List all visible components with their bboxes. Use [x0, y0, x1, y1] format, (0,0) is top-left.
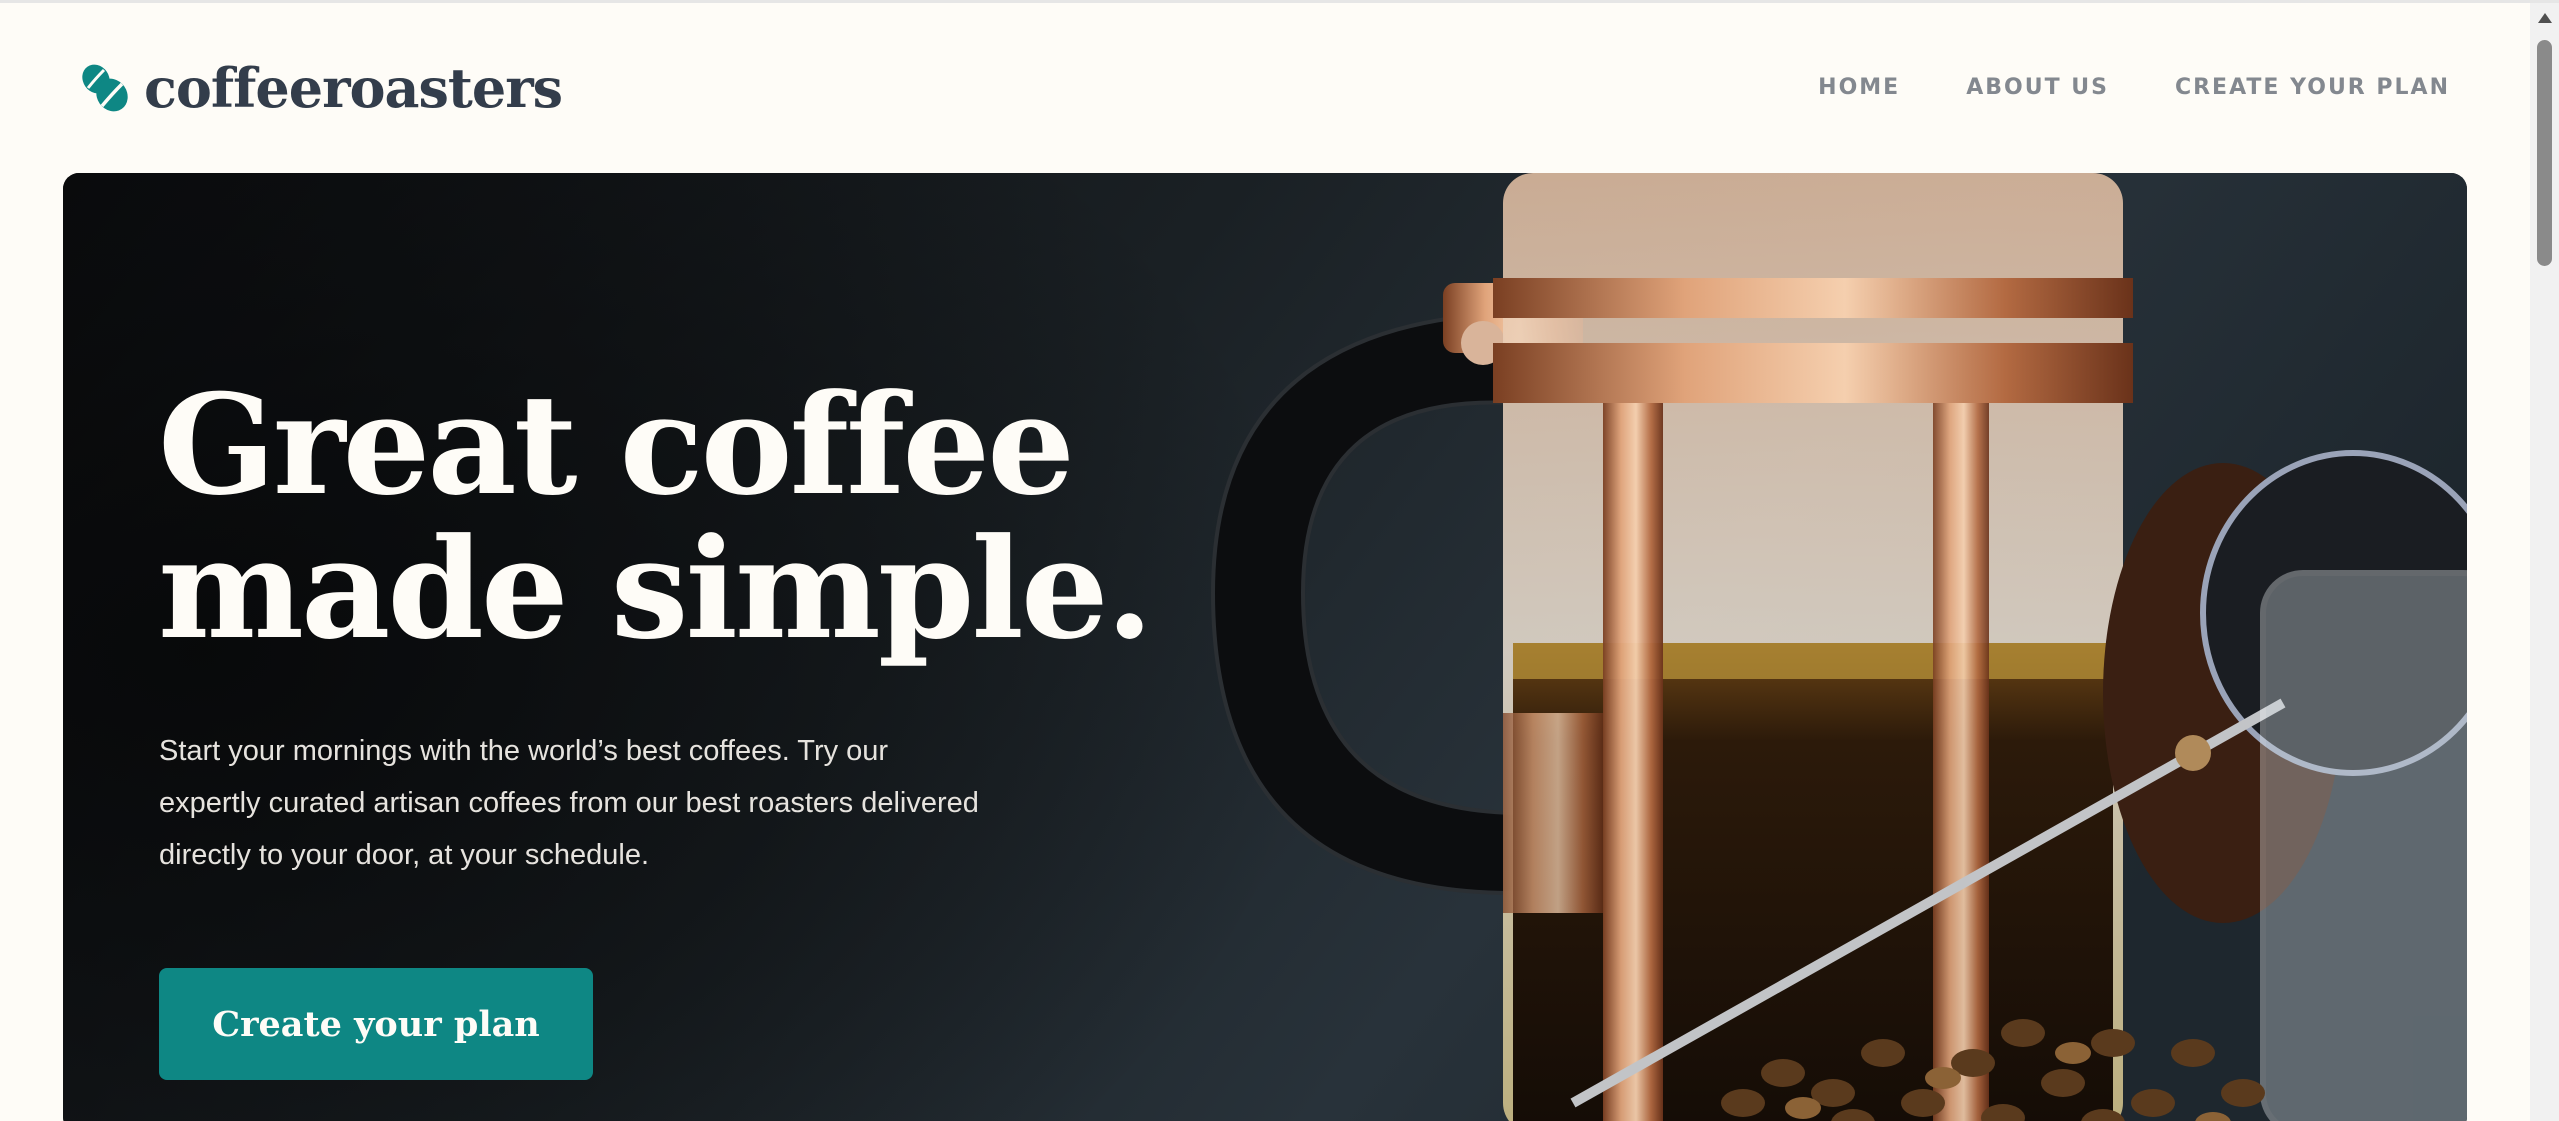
- coffee-bean-icon: [82, 64, 128, 112]
- logo-link[interactable]: coffeeroasters: [80, 56, 563, 120]
- hero-description: Start your mornings with the world’s bes…: [159, 735, 979, 871]
- page: coffeeroasters HOME ABOUT US CREATE YOUR…: [0, 0, 2559, 1121]
- vertical-scrollbar[interactable]: [2530, 3, 2559, 1121]
- hero-banner: Great coffee made simple. Start your mor…: [63, 173, 2467, 1121]
- hero-title-line-1: Great coffee: [158, 363, 1075, 526]
- scrollbar-thumb[interactable]: [2537, 40, 2552, 266]
- hero-title-line-2: made simple.: [158, 507, 1154, 670]
- nav-home[interactable]: HOME: [1818, 75, 1900, 100]
- main-nav: HOME ABOUT US CREATE YOUR PLAN: [1818, 75, 2450, 100]
- logo-wordmark: coffeeroasters: [144, 56, 563, 120]
- site-header: coffeeroasters HOME ABOUT US CREATE YOUR…: [0, 3, 2530, 173]
- create-your-plan-button[interactable]: Create your plan: [159, 968, 593, 1080]
- chevron-up-icon[interactable]: [2538, 13, 2552, 23]
- nav-about-us[interactable]: ABOUT US: [1966, 75, 2109, 100]
- hero-title: Great coffee made simple.: [158, 373, 1308, 661]
- nav-create-your-plan[interactable]: CREATE YOUR PLAN: [2175, 75, 2450, 100]
